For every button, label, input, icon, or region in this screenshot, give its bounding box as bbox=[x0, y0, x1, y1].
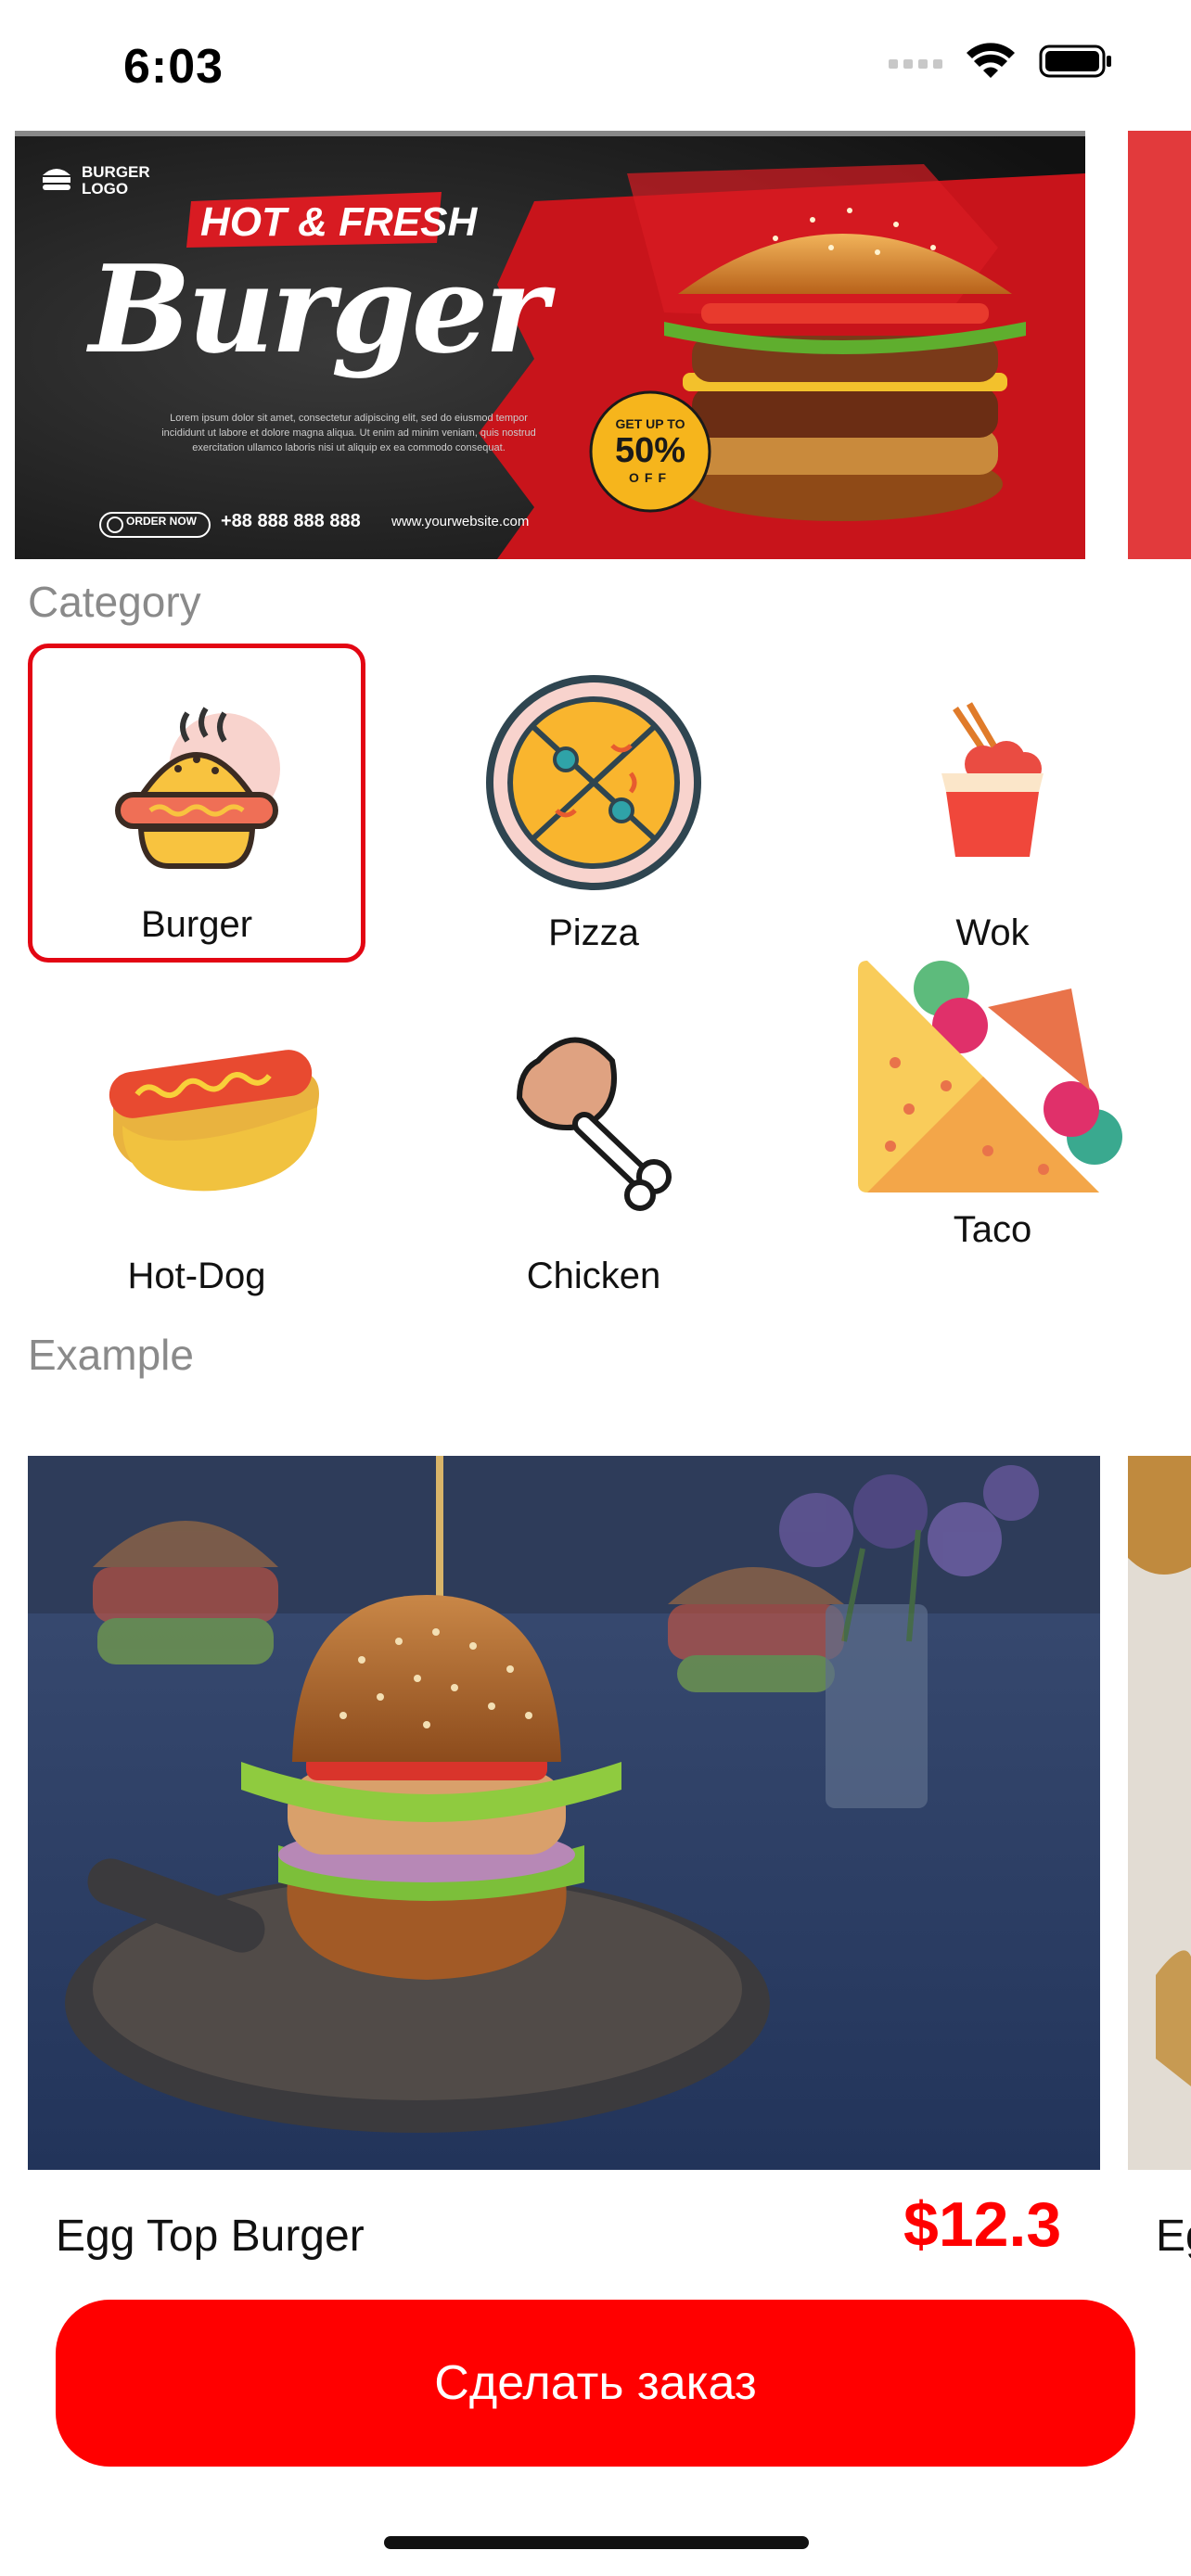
product-photo bbox=[28, 1456, 1100, 2170]
category-item-chicken[interactable]: Chicken bbox=[425, 1005, 762, 1311]
wifi-icon bbox=[967, 43, 1015, 78]
pizza-icon bbox=[486, 675, 701, 890]
hotdog-icon bbox=[109, 1050, 319, 1192]
promo-banner[interactable]: BURGER LOGO HOT & FRESH Burger Lorem ips… bbox=[15, 131, 1085, 559]
status-time: 6:03 bbox=[123, 40, 224, 94]
banner-order-now: ORDER NOW bbox=[126, 515, 197, 528]
burger-icon bbox=[115, 707, 280, 869]
product-card-image[interactable] bbox=[28, 1456, 1100, 2170]
next-product-photo bbox=[1128, 1456, 1191, 2170]
banner-logo-text: BURGER LOGO bbox=[82, 163, 150, 198]
example-title: Example bbox=[28, 1331, 194, 1379]
next-banner-peek[interactable] bbox=[1128, 131, 1191, 559]
banner-website: www.yourwebsite.com bbox=[391, 514, 530, 529]
category-item-pizza[interactable]: Pizza bbox=[425, 671, 762, 963]
category-item-burger[interactable]: Burger bbox=[28, 644, 365, 963]
badge-bottom-text: OFF bbox=[629, 470, 672, 485]
home-indicator[interactable] bbox=[384, 2536, 809, 2549]
cellular-signal-icon bbox=[889, 59, 942, 69]
badge-top-text: GET UP TO bbox=[615, 416, 685, 431]
category-label-pizza: Pizza bbox=[548, 912, 639, 953]
chicken-leg-icon bbox=[516, 1037, 672, 1211]
banner-headline: Burger bbox=[89, 238, 548, 380]
status-icons bbox=[889, 43, 1113, 80]
wok-icon bbox=[941, 702, 1044, 857]
banner-body-text: Lorem ipsum dolor sit amet, consectetur … bbox=[161, 413, 536, 453]
category-title: Category bbox=[28, 578, 201, 626]
product-name: Egg Top Burger bbox=[56, 2212, 365, 2261]
next-product-peek[interactable] bbox=[1128, 1456, 1191, 2170]
banner-phone: +88 888 888 888 bbox=[221, 511, 361, 531]
category-item-hotdog[interactable]: Hot-Dog bbox=[28, 1005, 365, 1311]
category-label-taco: Taco bbox=[953, 1209, 1032, 1250]
category-label-wok: Wok bbox=[955, 912, 1030, 953]
category-item-wok[interactable]: Wok bbox=[824, 671, 1161, 963]
category-label-chicken: Chicken bbox=[526, 1256, 661, 1296]
category-label-burger: Burger bbox=[140, 904, 253, 945]
badge-value: 50% bbox=[614, 431, 686, 470]
product-price: $12.3 bbox=[903, 2189, 1062, 2260]
place-order-button[interactable]: Сделать заказ bbox=[56, 2300, 1135, 2467]
next-product-name: Eg bbox=[1156, 2212, 1191, 2261]
taco-icon bbox=[858, 961, 1122, 1192]
category-item-taco[interactable]: Taco bbox=[824, 961, 1161, 1311]
battery-icon bbox=[1039, 45, 1111, 78]
category-label-hotdog: Hot-Dog bbox=[127, 1256, 266, 1296]
